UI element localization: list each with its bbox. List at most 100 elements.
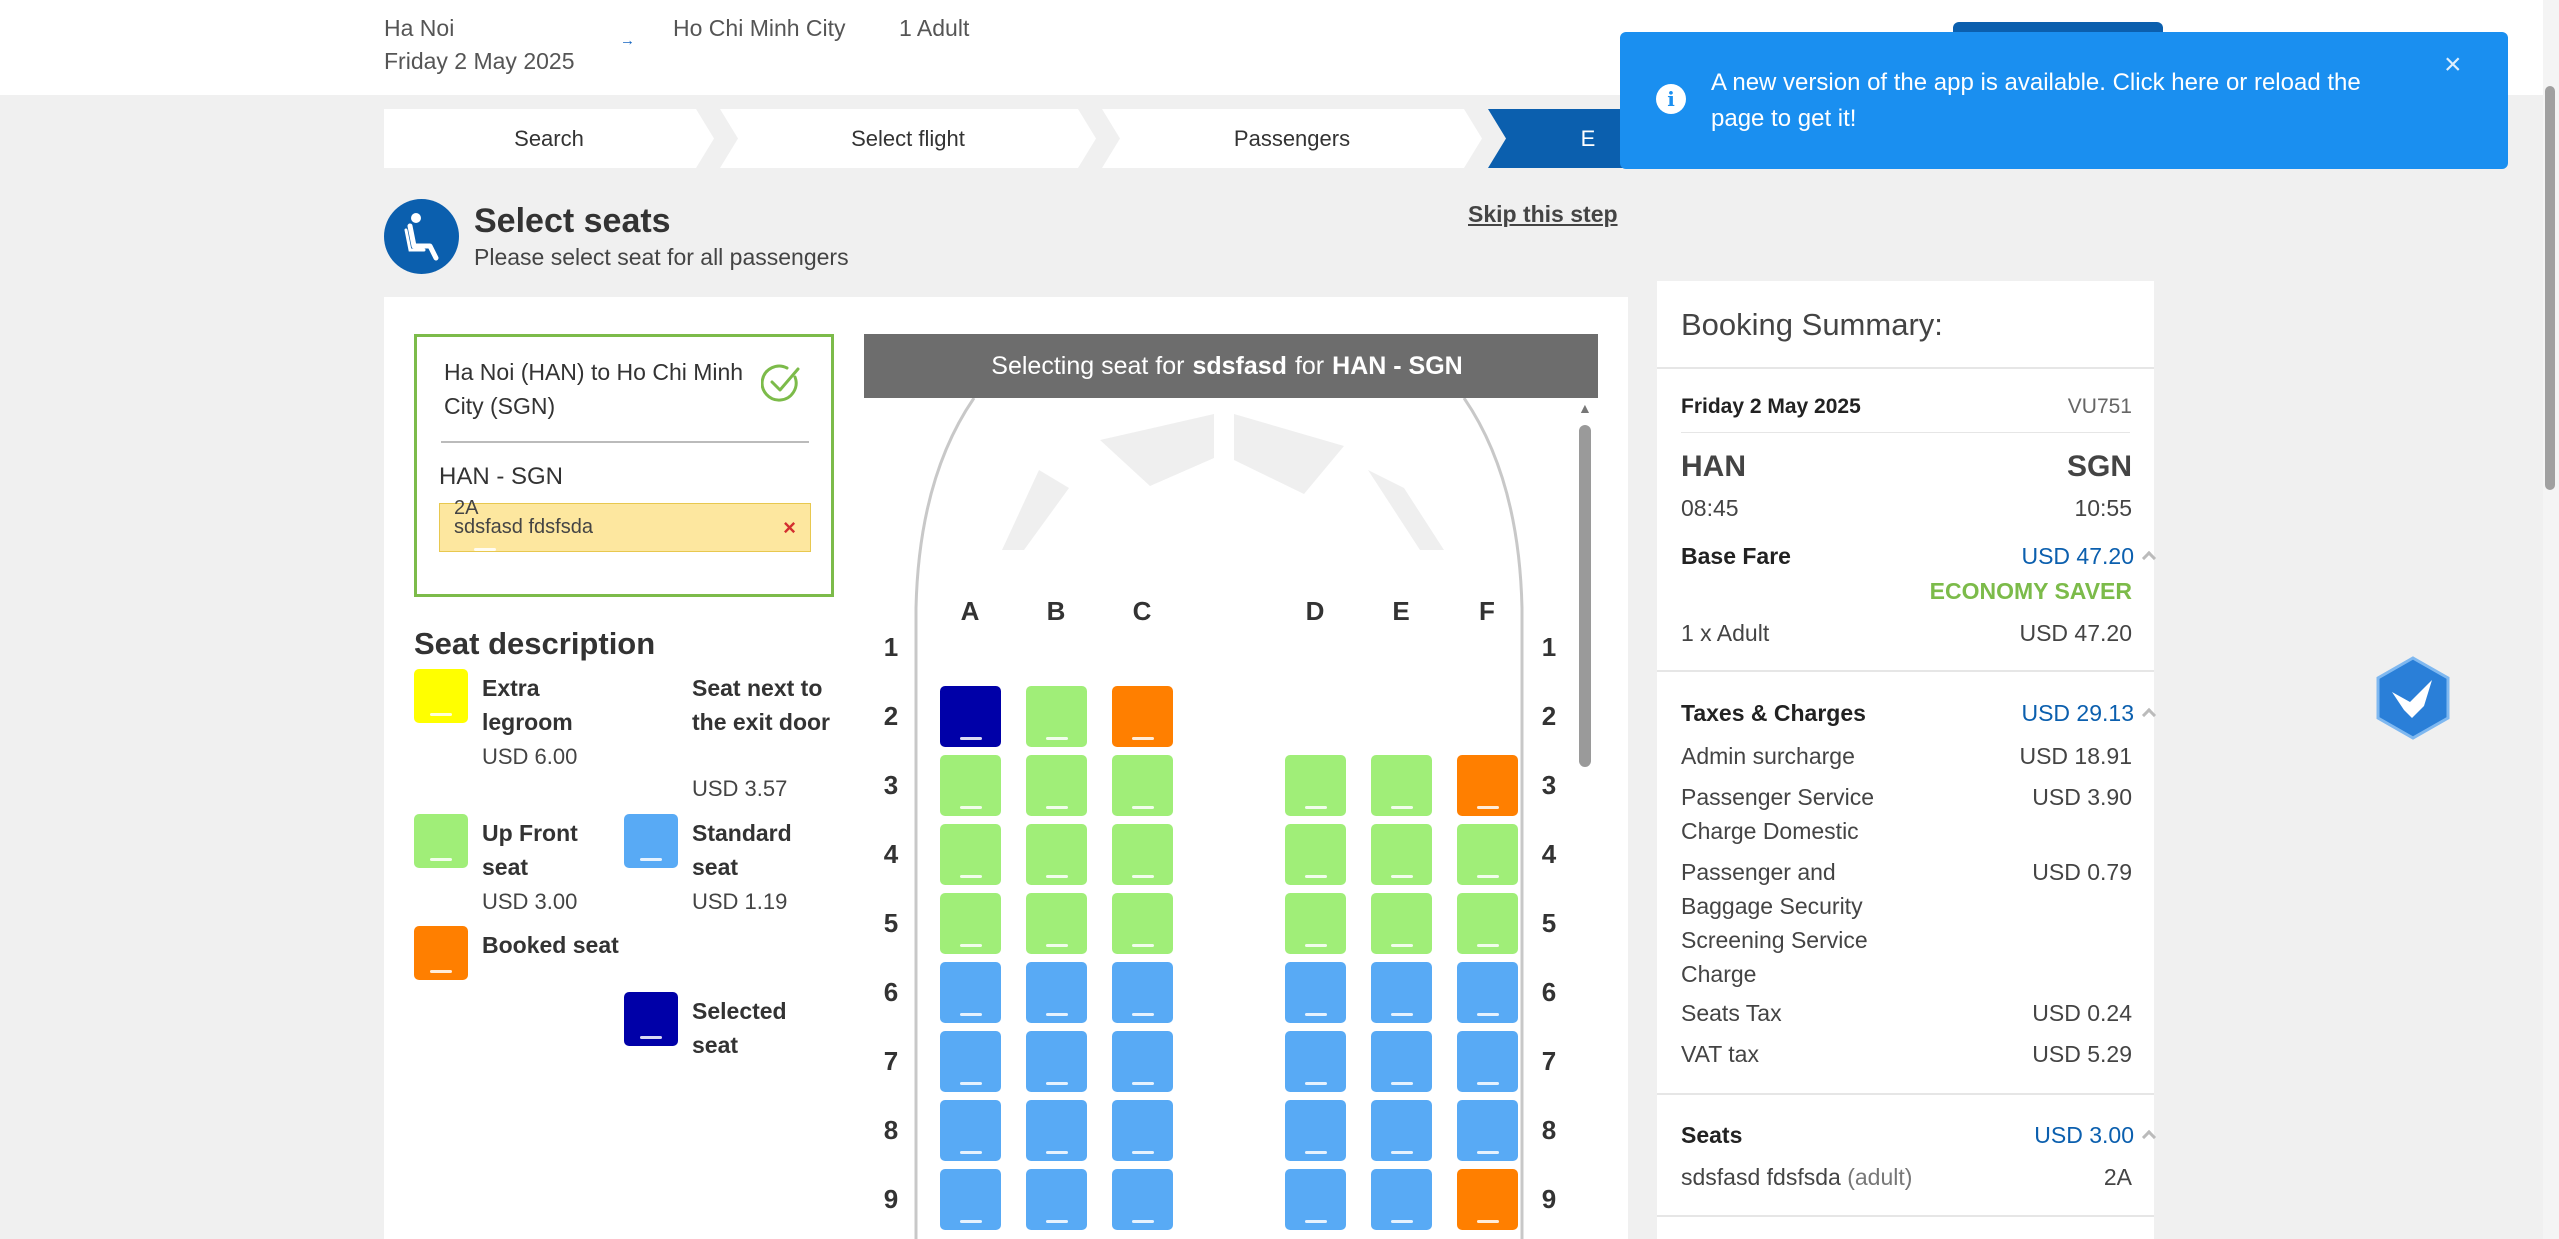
- seat-8b[interactable]: [1026, 1100, 1087, 1161]
- page-title: Select seats: [474, 202, 671, 240]
- step-search[interactable]: Search: [384, 109, 714, 168]
- seat-9b[interactable]: [1026, 1169, 1087, 1230]
- seat-6c[interactable]: [1112, 962, 1173, 1023]
- seat-3b[interactable]: [1026, 755, 1087, 816]
- passenger-seat-chip[interactable]: sdsfasd fdsfsda 2A ×: [439, 497, 811, 552]
- seat-5d[interactable]: [1285, 893, 1346, 954]
- taxes-toggle[interactable]: USD 29.13: [2021, 700, 2157, 727]
- seats-toggle[interactable]: USD 3.00: [2034, 1122, 2157, 1149]
- seat-8c[interactable]: [1112, 1100, 1173, 1161]
- scroll-up-icon[interactable]: ▲: [1578, 400, 1592, 416]
- seat-map-scroll-thumb[interactable]: [1579, 425, 1591, 767]
- seat-4a[interactable]: [940, 824, 1001, 885]
- seats-tax-label: Seats Tax: [1681, 1000, 1782, 1026]
- adult-label: 1 x Adult: [1681, 620, 1770, 646]
- seat-row-number: 7: [883, 1046, 899, 1076]
- base-fare-toggle[interactable]: USD 47.20: [2021, 543, 2157, 570]
- seat-5c[interactable]: [1112, 893, 1173, 954]
- legend-price-exit-door: USD 3.57: [692, 776, 788, 801]
- seat-3c[interactable]: [1112, 755, 1173, 816]
- seat-row-number: 8: [883, 1115, 899, 1145]
- seat-6d[interactable]: [1285, 962, 1346, 1023]
- seat-6f[interactable]: [1457, 962, 1518, 1023]
- seat-7c[interactable]: [1112, 1031, 1173, 1092]
- seat-row-number: 3: [883, 770, 899, 800]
- seat-4b[interactable]: [1026, 824, 1087, 885]
- seat-6a[interactable]: [940, 962, 1001, 1023]
- seat-3d[interactable]: [1285, 755, 1346, 816]
- passenger-seat: 2A: [454, 497, 515, 558]
- summary-flight-date: Friday 2 May 2025: [1681, 395, 1861, 418]
- step-passengers[interactable]: Passengers: [1102, 109, 1482, 168]
- vat-value: USD 5.29: [2032, 1041, 2132, 1067]
- seat-row-number: 4: [883, 839, 899, 869]
- close-icon[interactable]: ×: [2444, 48, 2462, 82]
- travel-date: Friday 2 May 2025: [384, 48, 575, 74]
- seat-5e[interactable]: [1371, 893, 1432, 954]
- seat-9c[interactable]: [1112, 1169, 1173, 1230]
- seat-6b[interactable]: [1026, 962, 1087, 1023]
- route-box[interactable]: Ha Noi (HAN) to Ho Chi Minh City (SGN) H…: [414, 334, 834, 597]
- seat-column-d: D: [1305, 596, 1325, 626]
- legend-label-standard: Standard seat: [692, 820, 792, 880]
- origin-city: Ha Noi: [384, 15, 455, 41]
- seat-8d[interactable]: [1285, 1100, 1346, 1161]
- summary-arr-time: 10:55: [2074, 495, 2132, 521]
- chatbot-bird-icon[interactable]: [2374, 656, 2452, 740]
- seat-4e[interactable]: [1371, 824, 1432, 885]
- step-select-flight[interactable]: Select flight: [720, 109, 1096, 168]
- seat-6e[interactable]: [1371, 962, 1432, 1023]
- seat-4c[interactable]: [1112, 824, 1173, 885]
- page-scroll-thumb[interactable]: [2545, 86, 2555, 490]
- seat-9f: [1457, 1169, 1518, 1230]
- seat-5a[interactable]: [940, 893, 1001, 954]
- seat-5b[interactable]: [1026, 893, 1087, 954]
- seat-8e[interactable]: [1371, 1100, 1432, 1161]
- seat-map-header: Selecting seat for sdsfasd for HAN - SGN: [864, 334, 1598, 398]
- seat-7d[interactable]: [1285, 1031, 1346, 1092]
- seat-4d[interactable]: [1285, 824, 1346, 885]
- seat-3e[interactable]: [1371, 755, 1432, 816]
- seat-4f[interactable]: [1457, 824, 1518, 885]
- admin-surcharge-label: Admin surcharge: [1681, 743, 1855, 769]
- seat-3a[interactable]: [940, 755, 1001, 816]
- toast-message[interactable]: A new version of the app is available. C…: [1711, 65, 2411, 137]
- seat-5f[interactable]: [1457, 893, 1518, 954]
- seat-row-number: 5: [883, 908, 899, 938]
- seat-7a[interactable]: [940, 1031, 1001, 1092]
- chevron-up-icon: [2141, 550, 2157, 566]
- remove-seat-icon[interactable]: ×: [783, 515, 796, 541]
- booking-stepper: Search Select flight Passengers E: [384, 109, 1684, 168]
- seat-9a[interactable]: [940, 1169, 1001, 1230]
- skip-step-link[interactable]: Skip this step: [1468, 201, 1618, 228]
- seat-row-number: 6: [883, 977, 899, 1007]
- summary-dep-time: 08:45: [1681, 495, 1739, 521]
- info-icon: i: [1656, 84, 1686, 114]
- fare-class: ECONOMY SAVER: [1929, 578, 2132, 604]
- seat-2a[interactable]: [940, 686, 1001, 747]
- seat-column-a: A: [960, 596, 980, 626]
- chevron-up-icon: [2141, 1129, 2157, 1145]
- seat-passenger: sdsfasd fdsfsda (adult): [1681, 1164, 1913, 1190]
- seat-row-number: 7: [1541, 1046, 1557, 1076]
- summary-divider: [1657, 1093, 2154, 1095]
- seat-9e[interactable]: [1371, 1169, 1432, 1230]
- seat-7e[interactable]: [1371, 1031, 1432, 1092]
- seat-7f[interactable]: [1457, 1031, 1518, 1092]
- seat-8a[interactable]: [940, 1100, 1001, 1161]
- arrow-right-icon: →: [620, 32, 635, 49]
- seat-2b[interactable]: [1026, 686, 1087, 747]
- seat-row-number: 2: [883, 701, 899, 731]
- seat-row-number: 1: [1541, 632, 1557, 662]
- seat-8f[interactable]: [1457, 1100, 1518, 1161]
- seat-row-number: 9: [883, 1184, 899, 1214]
- update-toast[interactable]: i A new version of the app is available.…: [1620, 32, 2508, 169]
- page-subtitle: Please select seat for all passengers: [474, 244, 849, 270]
- route-title: Ha Noi (HAN) to Ho Chi Minh City (SGN): [444, 359, 744, 419]
- seat-row-number: 5: [1541, 908, 1557, 938]
- seat-9d[interactable]: [1285, 1169, 1346, 1230]
- summary-divider: [1657, 670, 2154, 672]
- seat-7b[interactable]: [1026, 1031, 1087, 1092]
- selecting-passenger: sdsfasd: [1192, 351, 1287, 380]
- route-divider: [441, 441, 809, 443]
